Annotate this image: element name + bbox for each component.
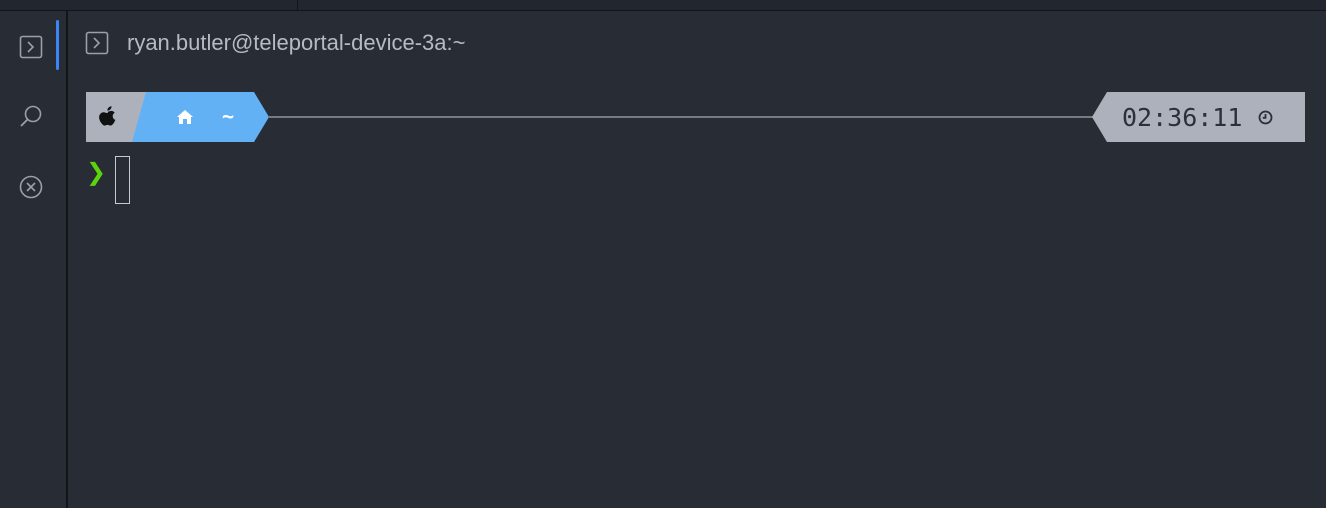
tab-strip	[0, 0, 1326, 11]
prompt-chevron: ❯	[86, 158, 107, 186]
terminal-icon	[19, 35, 43, 59]
current-directory: ~	[222, 104, 235, 128]
time-segment: 02:36:11	[1107, 92, 1305, 142]
session-title: ryan.butler@teleportal-device-3a:~	[127, 30, 466, 55]
terminal-pane[interactable]: ryan.butler@teleportal-device-3a:~ ~ 02:…	[68, 11, 1326, 508]
search-icon	[20, 105, 42, 127]
time-segment-tip	[1092, 92, 1107, 142]
sidebar-item-terminal[interactable]	[17, 33, 45, 61]
sidebar	[0, 11, 68, 508]
active-indicator	[56, 20, 59, 70]
apple-icon	[99, 106, 116, 126]
terminal-window: ryan.butler@teleportal-device-3a:~ ~ 02:…	[0, 0, 1326, 508]
sidebar-item-search[interactable]	[17, 103, 45, 131]
terminal-icon	[85, 31, 109, 55]
text-cursor	[115, 156, 130, 204]
command-input[interactable]: ❯	[86, 156, 686, 204]
directory-segment	[132, 92, 254, 142]
close-circle-icon	[19, 175, 43, 199]
prompt-connector	[269, 116, 1095, 118]
session-header: ryan.butler@teleportal-device-3a:~	[85, 30, 466, 55]
tab-divider	[297, 0, 298, 11]
directory-segment-tip	[254, 92, 269, 142]
prompt-line: ~ 02:36:11	[86, 92, 1305, 142]
home-icon	[177, 110, 193, 124]
sidebar-item-close[interactable]	[17, 173, 45, 201]
clock-icon	[1258, 110, 1273, 125]
prompt-time: 02:36:11	[1122, 103, 1243, 132]
